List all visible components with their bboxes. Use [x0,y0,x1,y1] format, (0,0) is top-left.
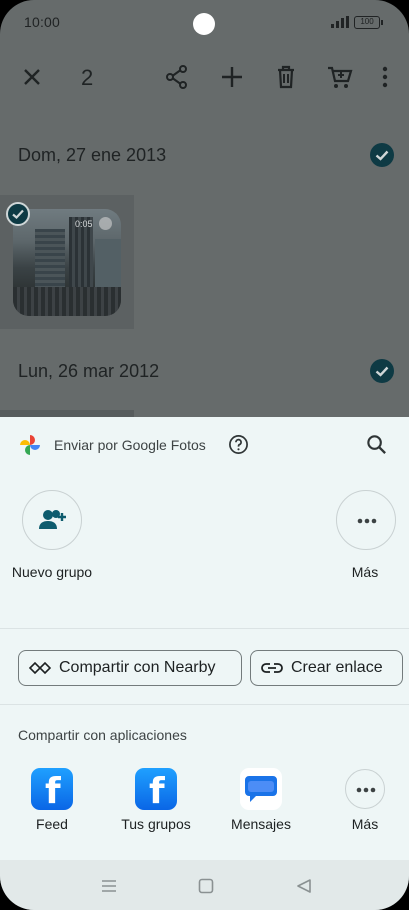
facebook-icon: f [45,771,61,812]
search-icon[interactable] [365,433,388,456]
divider [0,628,409,629]
nearby-share-icon [29,661,51,675]
status-time: 10:00 [24,14,61,30]
trash-icon[interactable] [272,63,300,91]
group-check-icon[interactable] [370,359,394,383]
google-photos-icon [20,435,40,455]
video-thumbnail[interactable]: 0:05 [13,209,121,316]
app-label: Feed [36,816,68,832]
video-duration: 0:05 [75,219,93,229]
more-contacts-label: Más [351,564,379,580]
share-icon[interactable] [163,63,191,91]
date-header: Dom, 27 ene 2013 [18,145,167,165]
messages-icon [245,776,277,802]
battery-icon: 100 [354,16,383,29]
navigation-bar [0,860,409,910]
nearby-share-label: Compartir con Nearby [59,659,216,676]
help-icon[interactable] [228,434,249,455]
signal-icon [331,16,349,28]
play-icon [99,217,112,230]
status-bar: 10:00 100 [0,0,409,46]
apps-section-header: Compartir con aplicaciones [18,727,187,743]
thumb-check-icon[interactable] [6,202,30,226]
more-contacts-button[interactable] [336,490,396,550]
divider [0,704,409,705]
create-link-label: Crear enlace [291,659,383,676]
cart-icon[interactable] [326,63,354,91]
home-icon[interactable] [197,877,215,895]
selection-toolbar: 2 [0,50,409,106]
recents-icon[interactable] [100,877,118,895]
phone-screen: 10:00 100 2 Dom, 27 ene 2013 0:05 Lun, 2… [0,0,409,910]
messages-app[interactable] [240,768,282,810]
facebook-icon: f [149,771,165,812]
date-header: Lun, 26 mar 2012 [18,361,160,381]
more-vertical-icon[interactable] [371,63,399,91]
more-horizontal-icon [356,787,376,793]
link-icon [261,663,283,673]
sheet-title: Enviar por Google Fotos [54,437,206,453]
camera-cutout [193,13,215,35]
more-apps-button[interactable] [345,769,385,809]
group-check-icon[interactable] [370,143,394,167]
new-group-button[interactable] [22,490,82,550]
app-label: Más [351,816,379,832]
selected-count: 2 [81,65,94,90]
facebook-groups-app[interactable]: f [135,768,177,812]
share-sheet: Enviar por Google Fotos Nuevo grupo Más … [0,417,409,860]
new-group-label: Nuevo grupo [11,564,93,580]
close-icon[interactable] [20,65,44,89]
add-icon[interactable] [218,63,246,91]
app-label: Tus grupos [121,816,191,832]
more-horizontal-icon [357,518,377,524]
nearby-share-button[interactable]: Compartir con Nearby [18,650,242,686]
add-group-icon [39,510,66,529]
app-label: Mensajes [231,816,291,832]
facebook-feed-app[interactable]: f [31,768,73,812]
create-link-button[interactable]: Crear enlace [250,650,403,686]
back-icon[interactable] [295,877,313,895]
